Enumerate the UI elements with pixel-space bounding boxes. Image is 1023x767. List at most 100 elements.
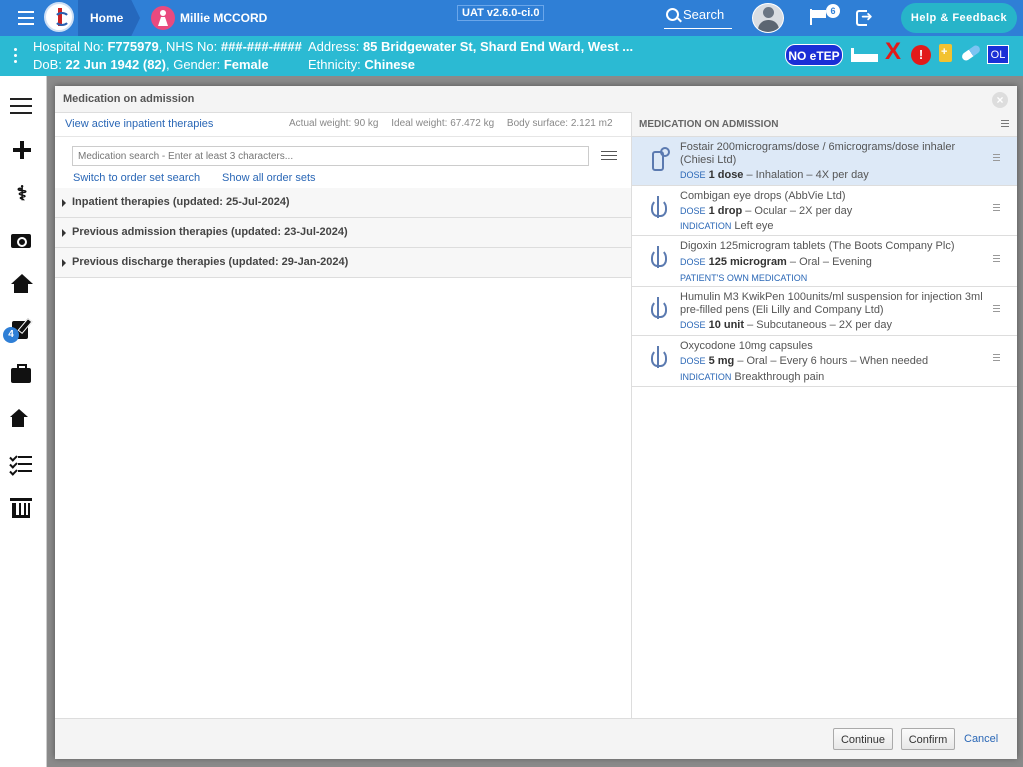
own-medication-note: PATIENT'S OWN MEDICATION — [680, 273, 808, 283]
kebab-menu-icon[interactable] — [14, 48, 17, 66]
patient-ids: Hospital No: F775979, NHS No: ###-###-##… — [33, 39, 302, 54]
search-row: Switch to order set search Show all orde… — [55, 136, 631, 189]
red-x-icon[interactable]: X — [885, 40, 901, 64]
indication-caption: INDICATION — [680, 221, 732, 231]
patient-name[interactable]: Millie MCCORD — [180, 11, 267, 25]
address-label: Address: — [308, 39, 360, 54]
accordion-label: Previous admission therapies (updated: 2… — [72, 226, 348, 238]
top-bar: Home Millie MCCORD UAT v2.6.0-ci.0 Searc… — [0, 0, 1023, 36]
switch-order-set-link[interactable]: Switch to order set search — [73, 172, 200, 184]
patient-address: Address: 85 Bridgewater St, Shard End Wa… — [308, 39, 633, 54]
dose-caption: DOSE — [680, 257, 706, 267]
medication-search-input[interactable] — [72, 146, 589, 166]
drag-handle-icon[interactable] — [993, 204, 1000, 213]
medication-dose-line: DOSE 5 mg – Oral – Every 6 hours – When … — [680, 355, 928, 368]
patient-demographics: DoB: 22 Jun 1942 (82), Gender: Female — [33, 57, 269, 72]
route-frequency: – Inhalation – 4X per day — [743, 169, 869, 181]
patient-measurements: Actual weight: 90 kg Ideal weight: 67.47… — [279, 118, 613, 129]
briefcase-icon[interactable] — [10, 363, 34, 385]
ward-icon[interactable] — [10, 407, 34, 429]
medication-item[interactable]: Oxycodone 10mg capsules DOSE 5 mg – Oral… — [632, 336, 1017, 387]
search-label: Search — [683, 7, 725, 22]
alert-icon[interactable]: ! — [911, 45, 931, 65]
patient-banner: Hospital No: F775979, NHS No: ###-###-##… — [0, 36, 1023, 76]
drag-handle-icon[interactable] — [993, 305, 1000, 314]
route-frequency: – Oral – Every 6 hours – When needed — [734, 355, 929, 367]
plus-icon[interactable] — [10, 139, 34, 161]
ideal-weight: Ideal weight: 67.472 kg — [391, 118, 495, 129]
close-icon[interactable]: × — [992, 92, 1008, 108]
dose-value: 10 unit — [708, 319, 745, 331]
hamburger-menu-icon[interactable] — [18, 11, 34, 25]
no-etep-badge[interactable]: NO eTEP — [785, 44, 843, 66]
drag-handle-icon[interactable] — [993, 255, 1000, 264]
medication-icon — [648, 297, 668, 319]
dose-value: 5 mg — [708, 355, 735, 367]
dose-caption: DOSE — [680, 206, 706, 216]
ethnicity-label: Ethnicity: — [308, 57, 361, 72]
accordion-inpatient-therapies[interactable]: Inpatient therapies (updated: 25-Jul-202… — [55, 188, 631, 218]
help-feedback-button[interactable]: Help & Feedback — [901, 3, 1017, 33]
dose-caption: DOSE — [680, 170, 706, 180]
expand-triangle-icon — [62, 229, 66, 237]
drag-handle-icon[interactable] — [993, 354, 1000, 363]
medication-name: Oxycodone 10mg capsules — [680, 340, 813, 352]
left-sidebar: ⚕ — [0, 76, 47, 767]
medication-item[interactable]: Digoxin 125microgram tablets (The Boots … — [632, 236, 1017, 287]
prescription-badge: 4 — [3, 327, 19, 343]
accordion-previous-discharge[interactable]: Previous discharge therapies (updated: 2… — [55, 248, 631, 278]
pill-icon[interactable] — [960, 43, 982, 63]
continue-button[interactable]: Continue — [833, 728, 893, 750]
home-label[interactable]: Home — [90, 11, 123, 25]
medication-item[interactable]: Combigan eye drops (AbbVie Ltd) DOSE 1 d… — [632, 186, 1017, 236]
medication-name: Combigan eye drops (AbbVie Ltd) — [680, 190, 846, 202]
route-frequency: – Ocular – 2X per day — [742, 205, 853, 217]
cancel-link[interactable]: Cancel — [964, 733, 998, 745]
stethoscope-icon[interactable]: ⚕ — [10, 183, 34, 205]
medication-item[interactable]: Humulin M3 KwikPen 100units/ml suspensio… — [632, 287, 1017, 336]
dose-caption: DOSE — [680, 320, 706, 330]
modal-header: Medication on admission × — [55, 86, 1017, 113]
medication-name: Humulin M3 KwikPen 100units/ml suspensio… — [680, 291, 983, 316]
actual-weight: Actual weight: 90 kg — [289, 118, 379, 129]
dob: 22 Jun 1942 (82) — [65, 57, 166, 72]
hospital-no-label: Hospital No: — [33, 39, 104, 54]
dob-label: DoB: — [33, 57, 62, 72]
expand-triangle-icon — [62, 259, 66, 267]
search-options-menu-icon[interactable] — [601, 151, 617, 162]
building-icon[interactable] — [10, 497, 34, 519]
logout-icon[interactable] — [856, 8, 874, 26]
medication-dose-line: DOSE 1 drop – Ocular – 2X per day — [680, 205, 852, 218]
ethnicity: Chinese — [364, 57, 415, 72]
list-icon[interactable] — [10, 96, 34, 118]
checklist-icon[interactable] — [9, 453, 34, 476]
modal-footer: Continue Confirm Cancel — [55, 718, 1017, 759]
ol-badge[interactable]: OL — [987, 45, 1009, 64]
search-button[interactable]: Search — [664, 5, 732, 29]
flag-count-badge: 6 — [826, 4, 840, 18]
accordion-previous-admission[interactable]: Previous admission therapies (updated: 2… — [55, 218, 631, 248]
medication-item[interactable]: Fostair 200micrograms/dose / 6micrograms… — [632, 137, 1017, 186]
camera-icon[interactable] — [10, 229, 34, 251]
user-avatar[interactable] — [752, 3, 784, 33]
list-menu-icon[interactable] — [1001, 120, 1009, 129]
view-active-therapies-link[interactable]: View active inpatient therapies — [65, 118, 213, 130]
dose-value: 125 microgram — [708, 256, 787, 268]
show-all-order-sets-link[interactable]: Show all order sets — [222, 172, 316, 184]
bed-icon[interactable] — [851, 48, 879, 62]
medication-list-title: MEDICATION ON ADMISSION — [639, 119, 779, 130]
drag-handle-icon[interactable] — [993, 154, 1000, 163]
medication-indication-line: INDICATION Breakthrough pain — [680, 371, 824, 384]
clipboard-icon[interactable] — [939, 44, 952, 62]
search-pane: View active inpatient therapies Actual w… — [55, 112, 632, 718]
accordion-label: Previous discharge therapies (updated: 2… — [72, 256, 349, 268]
medication-list-header: MEDICATION ON ADMISSION — [632, 112, 1017, 137]
medication-dose-line: DOSE 125 microgram – Oral – Evening — [680, 256, 872, 269]
dose-caption: DOSE — [680, 356, 706, 366]
confirm-button[interactable]: Confirm — [901, 728, 955, 750]
app-logo-icon[interactable] — [44, 2, 74, 32]
home-icon[interactable] — [10, 273, 34, 295]
address: 85 Bridgewater St, Shard End Ward, West … — [362, 39, 634, 54]
indication-value: Breakthrough pain — [734, 371, 825, 383]
medication-modal: Medication on admission × View active in… — [55, 86, 1017, 759]
